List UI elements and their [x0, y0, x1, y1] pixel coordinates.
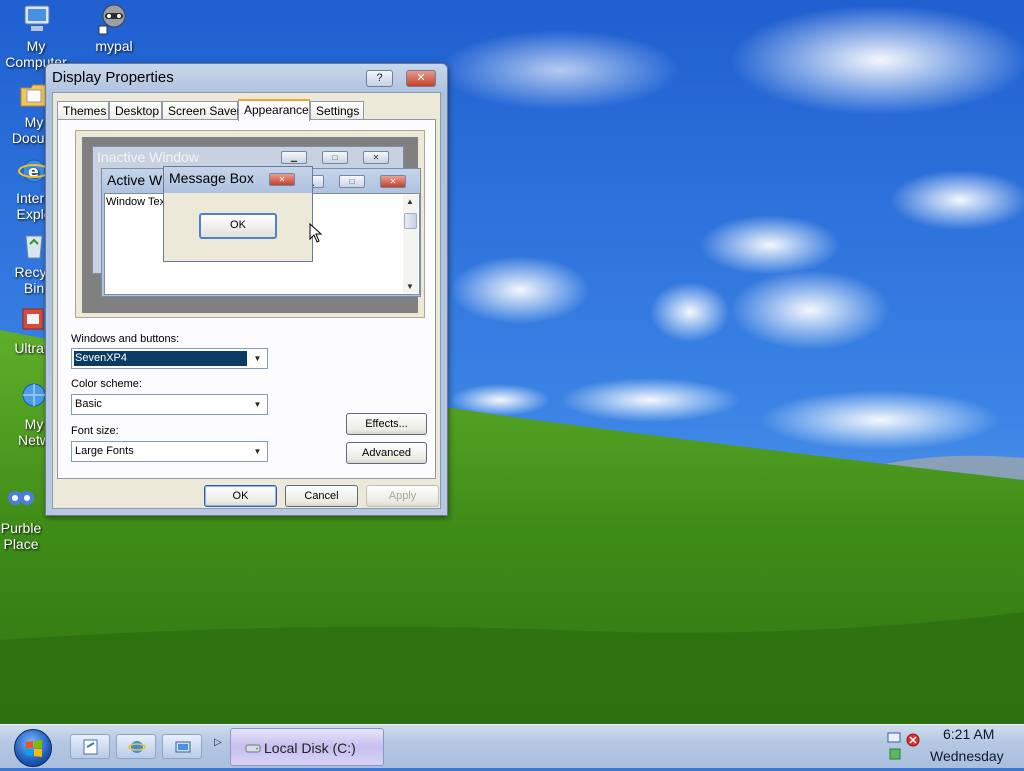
mouse-cursor-icon [309, 223, 323, 243]
message-box-title: Message Box [169, 170, 254, 186]
windows-and-buttons-label: Windows and buttons: [71, 333, 180, 345]
drive-icon [245, 744, 261, 753]
effects-button[interactable]: Effects... [346, 413, 427, 435]
quick-launch-ie[interactable] [116, 734, 156, 759]
network-tray-icon[interactable] [887, 732, 901, 760]
quick-launch-edit-icon [83, 739, 98, 755]
taskbar-button-label: Local Disk (C:) [264, 740, 356, 756]
desktop-icon-label: Purble [0, 520, 42, 536]
font-size-label: Font size: [71, 425, 119, 437]
tab-appearance[interactable]: Appearance [238, 99, 310, 121]
tab-screen-saver[interactable]: Screen Saver [162, 101, 241, 120]
purble-place-icon [8, 491, 34, 505]
window-text-sample: Window Text [106, 196, 169, 208]
desktop-icon-label: My [26, 38, 46, 54]
preview-desktop: Inactive Window ▁ □ ✕ Active Window ▁ □ … [82, 137, 421, 313]
chevron-down-icon: ▼ [253, 400, 262, 409]
tab-themes[interactable]: Themes [57, 101, 109, 120]
chevron-down-icon: ▼ [253, 447, 262, 456]
computer-icon [24, 5, 50, 31]
desktop-icon-mypal[interactable]: mypal [78, 2, 150, 54]
windows-logo-icon [26, 740, 42, 757]
desktop-icon-my-computer[interactable]: My Computer [0, 2, 72, 70]
message-box-ok-button: OK [199, 213, 277, 239]
color-scheme-label: Color scheme: [71, 378, 142, 390]
close-icon: ✕ [269, 173, 295, 186]
quick-launch-show-desktop-icon [175, 741, 191, 753]
windows-and-buttons-select[interactable]: SevenXP4 ▼ [71, 348, 268, 369]
dialog-titlebar[interactable]: Display Properties ? ✕ [46, 64, 447, 92]
advanced-button[interactable]: Advanced [346, 442, 427, 464]
maximize-icon: □ [322, 151, 348, 164]
taskbar-button-local-disk[interactable]: Local Disk (C:) [230, 728, 384, 766]
minimize-icon: ▁ [281, 151, 307, 164]
tray-icons [887, 732, 920, 760]
quick-launch-show-desktop[interactable] [162, 734, 202, 759]
appearance-tab-panel: Inactive Window ▁ □ ✕ Active Window ▁ □ … [57, 119, 436, 479]
maximize-icon: □ [339, 175, 365, 188]
taskbar: ▷ Local Disk (C:) 6:21 AM Wednesday [0, 724, 1024, 768]
start-button[interactable] [14, 729, 52, 767]
scroll-down-icon: ▼ [406, 282, 414, 291]
help-button[interactable]: ? [366, 70, 393, 87]
cancel-button[interactable]: Cancel [285, 485, 358, 507]
scroll-up-icon: ▲ [406, 197, 414, 206]
raccoon-icon [98, 4, 126, 35]
dialog-client-area: Themes Desktop Screen Saver Appearance S… [52, 92, 441, 509]
clock-day: Wednesday [930, 748, 1004, 764]
ok-button[interactable]: OK [204, 485, 277, 507]
chevron-down-icon: ▼ [253, 354, 262, 363]
quick-launch-edit[interactable] [70, 734, 110, 759]
font-size-select[interactable]: Large Fonts ▼ [71, 441, 268, 462]
tab-settings[interactable]: Settings [310, 101, 364, 120]
color-scheme-value: Basic [75, 398, 102, 410]
display-properties-dialog: Display Properties ? ✕ Themes Desktop Sc… [45, 63, 448, 516]
preview-message-box: Message Box ✕ OK [163, 166, 313, 262]
security-alert-icon[interactable] [906, 733, 920, 747]
desktop-icon-label: mypal [95, 38, 133, 54]
scroll-thumb [404, 213, 417, 229]
clock-time[interactable]: 6:21 AM [943, 726, 994, 742]
dialog-title: Display Properties [52, 69, 174, 86]
desktop-icon-label: Place [3, 536, 39, 552]
close-icon: ✕ [363, 151, 389, 164]
preview-scrollbar: ▲ ▼ [403, 195, 418, 293]
color-scheme-select[interactable]: Basic ▼ [71, 394, 268, 415]
close-icon: ✕ [380, 175, 406, 188]
close-button[interactable]: ✕ [406, 70, 436, 87]
windows-and-buttons-value: SevenXP4 [74, 351, 247, 366]
appearance-preview: Inactive Window ▁ □ ✕ Active Window ▁ □ … [75, 130, 425, 318]
quick-launch-more-icon[interactable]: ▷ [214, 737, 222, 748]
apply-button[interactable]: Apply [366, 485, 439, 507]
quick-launch-ie-icon [128, 741, 146, 753]
font-size-value: Large Fonts [75, 445, 134, 457]
inactive-window-title: Inactive Window [97, 149, 199, 165]
system-tray [884, 729, 924, 763]
tab-desktop[interactable]: Desktop [109, 101, 162, 120]
